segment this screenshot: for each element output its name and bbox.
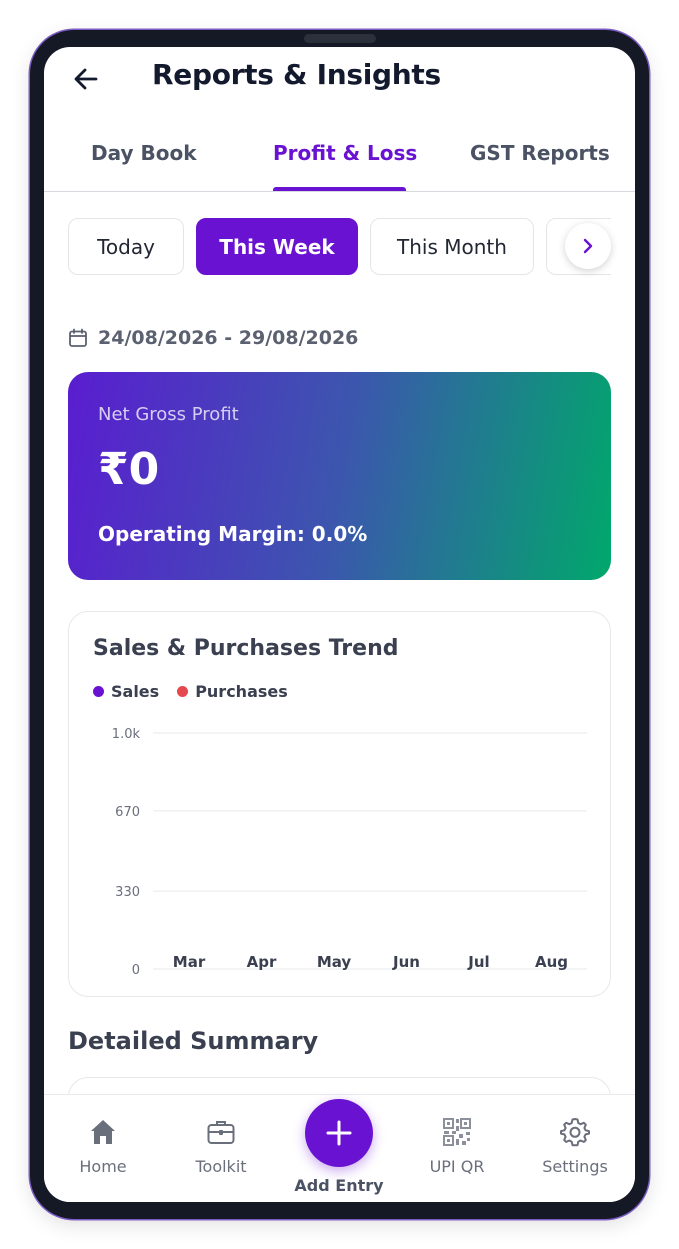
operating-margin: Operating Margin: 0.0% (98, 522, 368, 546)
page-title: Reports & Insights (152, 58, 441, 91)
trend-chart: 0 330 670 1.0k Mar Apr May Jun Jul Aug (112, 727, 587, 978)
x-tick-label: Jul (467, 953, 489, 971)
calendar-icon (69, 328, 87, 347)
home-icon (86, 1115, 120, 1149)
date-range: 24/08/2026 - 29/08/2026 (68, 325, 358, 351)
report-tabs: Day Book Profit & Loss GST Reports (44, 127, 635, 192)
date-range-text: 24/08/2026 - 29/08/2026 (98, 327, 359, 349)
add-entry-button[interactable] (305, 1099, 373, 1167)
y-tick-label: 330 (115, 885, 140, 900)
back-button[interactable] (70, 63, 102, 95)
period-chip-this-week[interactable]: This Week (196, 218, 358, 275)
y-tick-label: 1.0k (112, 727, 141, 742)
x-tick-label: Apr (247, 953, 277, 971)
period-chip-this-month[interactable]: This Month (370, 218, 534, 275)
nav-upi-qr[interactable]: UPI QR (407, 1115, 507, 1176)
add-entry-label: Add Entry (294, 1176, 384, 1195)
scroll-right-button[interactable] (565, 223, 611, 269)
nav-label-toolkit: Toolkit (195, 1157, 247, 1176)
nav-label-upi-qr: UPI QR (429, 1157, 485, 1176)
y-tick-label: 670 (115, 805, 140, 820)
arrow-left-icon (74, 68, 98, 90)
nav-home[interactable]: Home (53, 1115, 153, 1176)
period-chip-today[interactable]: Today (68, 218, 184, 275)
nav-label-settings: Settings (542, 1157, 608, 1176)
nav-label-home: Home (79, 1157, 127, 1176)
plus-icon (326, 1120, 352, 1146)
net-profit-label: Net Gross Profit (98, 404, 239, 425)
net-profit-card: Net Gross Profit ₹0 Operating Margin: 0.… (68, 372, 611, 580)
net-profit-value: ₹0 (98, 444, 160, 495)
period-filter: Today This Week This Month (68, 217, 611, 277)
x-tick-label: Jun (392, 953, 420, 971)
trend-chart-card: Sales & Purchases Trend Sales Purchases … (68, 611, 611, 997)
x-tick-label: Aug (535, 953, 568, 971)
nav-toolkit[interactable]: Toolkit (171, 1115, 271, 1176)
app-header: Reports & Insights (44, 47, 635, 109)
y-tick-label: 0 (132, 963, 140, 978)
chevron-right-icon (583, 238, 593, 254)
gear-icon (558, 1115, 592, 1149)
qr-code-icon (440, 1115, 474, 1149)
x-tick-label: May (317, 953, 352, 971)
phone-notch (304, 34, 376, 43)
detailed-summary-title: Detailed Summary (68, 1027, 319, 1055)
app-screen: Reports & Insights Day Book Profit & Los… (44, 47, 635, 1202)
nav-settings[interactable]: Settings (525, 1115, 625, 1176)
active-tab-indicator (273, 187, 406, 191)
toolkit-icon (204, 1115, 238, 1149)
tab-profit-loss[interactable]: Profit & Loss (273, 141, 417, 165)
tab-gst-reports[interactable]: GST Reports (470, 141, 610, 165)
tab-day-book[interactable]: Day Book (91, 141, 197, 165)
x-tick-label: Mar (173, 953, 206, 971)
